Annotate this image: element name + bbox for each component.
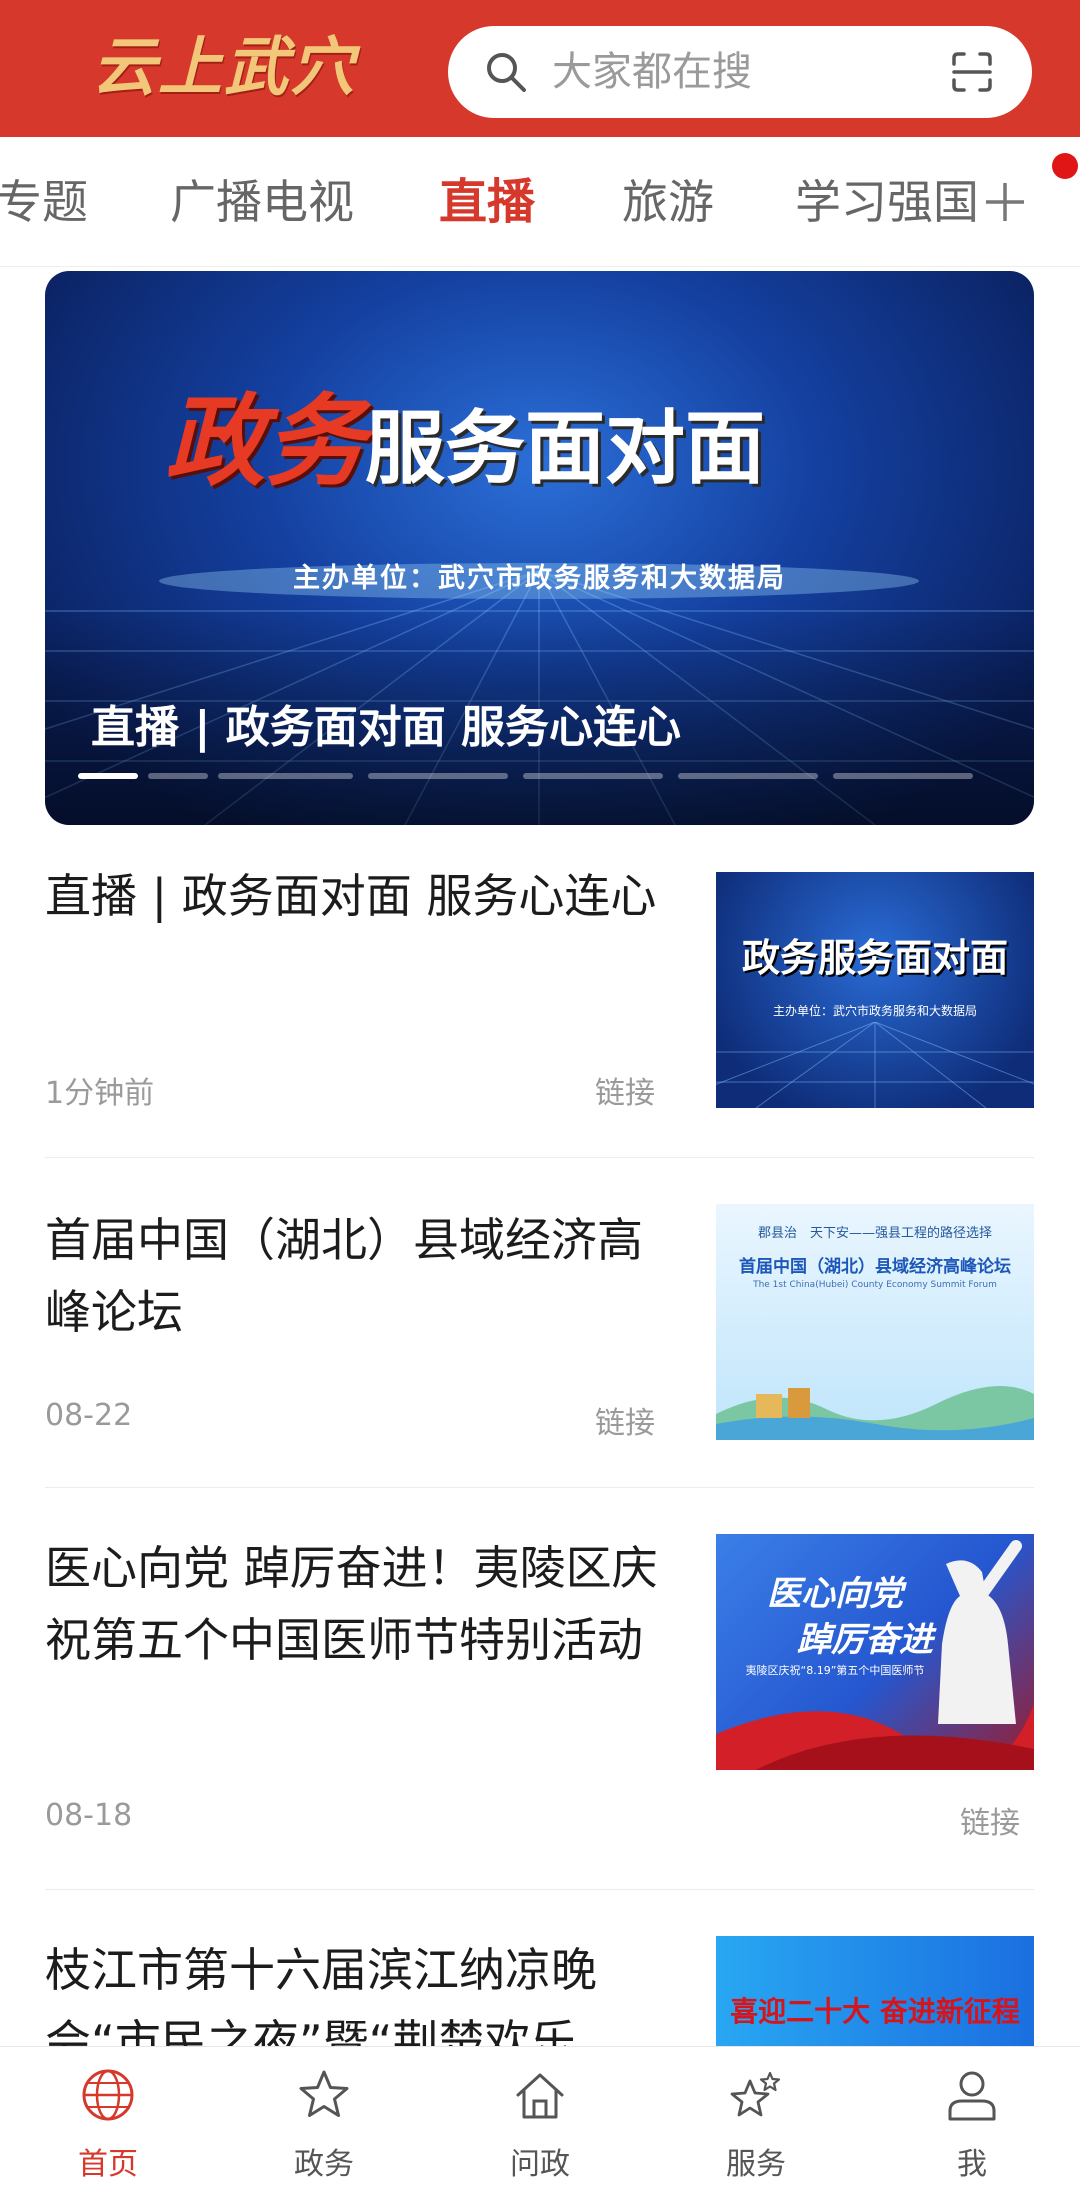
- nav-home[interactable]: 首页: [0, 2047, 216, 2196]
- scan-icon[interactable]: [948, 48, 996, 96]
- banner-headline-white-1: 服务: [365, 402, 525, 495]
- banner-carousel[interactable]: 政务服务面对面 主办单位：武穴市政务服务和大数据局 直播 | 政务面对面 服务心…: [45, 271, 1034, 825]
- carousel-dot: [833, 773, 973, 779]
- nav-label: 政务: [294, 2147, 354, 2182]
- news-title: 直播 | 政务面对面 服务心连心: [45, 869, 657, 923]
- news-thumbnail: 喜迎二十大 奋进新征程: [716, 1936, 1034, 2050]
- carousel-indicator: [78, 773, 998, 779]
- tab-guangbo-dianshi[interactable]: 广播电视: [170, 137, 354, 266]
- carousel-dot: [523, 773, 663, 779]
- house-icon: [516, 2073, 564, 2119]
- banner-headline-red: 政务: [165, 382, 365, 500]
- news-title: 医心向党 踔厉奋进！夷陵区庆祝第五个中国医师节特别活动: [45, 1541, 658, 1667]
- news-thumbnail: 医心向党 踔厉奋进 夷陵区庆祝“8.19”第五个中国医师节: [716, 1534, 1034, 1770]
- channel-tabs: 专题 广播电视 直播 旅游 学习强国: [0, 137, 1080, 267]
- nav-label: 首页: [78, 2147, 138, 2182]
- news-time: 1分钟前: [45, 1076, 155, 1111]
- banner-subtitle: 主办单位：武穴市政务服务和大数据局: [293, 563, 786, 594]
- news-thumbnail: 政务服务面对面 主办单位：武穴市政务服务和大数据局: [716, 872, 1034, 1108]
- home-globe-icon: [82, 2069, 134, 2121]
- stars-icon: [730, 2071, 781, 2117]
- thumbnail-slogan: 郡县治 天下安——强县工程的路径选择: [757, 1226, 992, 1241]
- thumbnail-grid: [716, 1022, 1034, 1108]
- news-type-label: 链接: [960, 1806, 1020, 1841]
- notification-dot: [1052, 153, 1078, 179]
- news-thumbnail: 郡县治 天下安——强县工程的路径选择 首届中国（湖北）县域经济高峰论坛 The …: [716, 1204, 1034, 1440]
- carousel-dot: [148, 773, 208, 779]
- banner-caption: 直播 | 政务面对面 服务心连心: [91, 702, 682, 753]
- carousel-dot: [368, 773, 508, 779]
- news-item[interactable]: 枝江市第十六届滨江纳凉晚会“市民之夜”暨“荆楚欢乐 喜迎二十大 奋进新征程: [45, 1890, 1034, 2069]
- user-icon: [948, 2071, 996, 2121]
- add-channel-icon[interactable]: [982, 179, 1028, 225]
- news-type-label: 链接: [595, 1076, 655, 1111]
- news-time: 08-18: [45, 1798, 133, 1833]
- tab-lvyou[interactable]: 旅游: [622, 137, 714, 266]
- carousel-dot: [678, 773, 818, 779]
- nav-service[interactable]: 服务: [648, 2047, 864, 2196]
- banner-headline-white-2: 面对面: [525, 402, 765, 495]
- news-item[interactable]: 直播 | 政务面对面 服务心连心 1分钟前 链接 政务服务面对面 主办单位：武穴…: [45, 860, 1034, 1158]
- carousel-dot: [78, 773, 138, 779]
- news-title: 首届中国（湖北）县域经济高峰论坛: [45, 1213, 643, 1339]
- app-logo[interactable]: 云上武穴: [92, 22, 356, 114]
- thumbnail-title: 政务服务面对面: [741, 936, 1008, 980]
- thumbnail-english: The 1st China(Hubei) County Economy Summ…: [753, 1280, 997, 1290]
- search-input[interactable]: 大家都在搜: [552, 26, 752, 118]
- search-bar[interactable]: 大家都在搜: [448, 26, 1032, 118]
- thumbnail-title: 喜迎二十大 奋进新征程: [730, 1995, 1020, 2028]
- thumbnail-title: 首届中国（湖北）县域经济高峰论坛: [739, 1257, 1011, 1277]
- thumbnail-figure: [716, 1540, 1034, 1770]
- thumbnail-subtitle: 主办单位：武穴市政务服务和大数据局: [772, 1004, 977, 1018]
- news-item[interactable]: 医心向党 踔厉奋进！夷陵区庆祝第五个中国医师节特别活动 08-18 链接 医心向…: [45, 1488, 1034, 1890]
- news-type-label: 链接: [595, 1406, 655, 1441]
- tab-zhuanti[interactable]: 专题: [0, 137, 88, 266]
- app-header: 云上武穴 大家都在搜: [0, 0, 1080, 137]
- nav-government[interactable]: 政务: [216, 2047, 432, 2196]
- search-icon: [487, 53, 526, 92]
- nav-label: 我: [957, 2147, 987, 2182]
- nav-inquiry[interactable]: 问政: [432, 2047, 648, 2196]
- nav-label: 服务: [726, 2147, 786, 2182]
- banner-headline: 政务服务面对面: [165, 381, 765, 501]
- star-icon: [299, 2070, 349, 2117]
- tab-xuexi-qiangguo[interactable]: 学习强国: [795, 137, 979, 266]
- thumbnail-landscape: [716, 1386, 1034, 1440]
- tab-zhibo[interactable]: 直播: [439, 137, 535, 266]
- nav-label: 问政: [510, 2147, 570, 2182]
- news-time: 08-22: [45, 1398, 133, 1433]
- bottom-navigation: 首页 政务 问政 服务 我: [0, 2046, 1080, 2196]
- news-item[interactable]: 首届中国（湖北）县域经济高峰论坛 08-22 链接 郡县治 天下安——强县工程的…: [45, 1158, 1034, 1488]
- carousel-dot: [218, 773, 353, 779]
- nav-me[interactable]: 我: [864, 2047, 1080, 2196]
